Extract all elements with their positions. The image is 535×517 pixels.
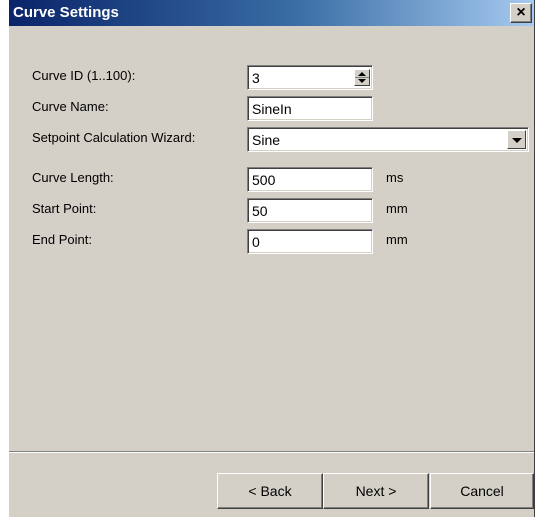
curve-length-label: Curve Length: [32, 170, 114, 185]
spin-arrows-icon[interactable] [354, 69, 370, 86]
back-button[interactable]: < Back [217, 473, 323, 509]
curve-name-value: SineIn [252, 101, 292, 117]
curve-name-label: Curve Name: [32, 99, 109, 114]
curve-settings-dialog: Curve Settings × Curve ID (1..100): 3 Cu… [8, 0, 535, 517]
start-point-value: 50 [252, 203, 268, 219]
curve-length-input[interactable]: 500 [247, 167, 373, 192]
start-point-unit: mm [386, 201, 408, 216]
dialog-title: Curve Settings [13, 4, 119, 21]
chevron-down-icon [512, 138, 522, 143]
curve-name-input[interactable]: SineIn [247, 96, 373, 121]
spin-down-icon[interactable] [358, 79, 366, 83]
curve-length-unit: ms [386, 170, 404, 185]
wizard-label: Setpoint Calculation Wizard: [32, 130, 196, 145]
curve-id-value: 3 [252, 70, 260, 86]
spin-up-icon[interactable] [358, 72, 366, 76]
cancel-button[interactable]: Cancel [430, 473, 534, 509]
start-point-label: Start Point: [32, 201, 97, 216]
title-bar: Curve Settings × [9, 0, 534, 26]
end-point-input[interactable]: 0 [247, 229, 373, 254]
curve-id-label: Curve ID (1..100): [32, 68, 136, 83]
end-point-label: End Point: [32, 232, 92, 247]
curve-length-value: 500 [252, 172, 276, 188]
start-point-input[interactable]: 50 [247, 198, 373, 223]
close-icon: × [516, 4, 526, 21]
end-point-unit: mm [386, 232, 408, 247]
close-button[interactable]: × [510, 3, 532, 23]
next-button[interactable]: Next > [323, 473, 429, 509]
footer-divider [9, 451, 534, 453]
wizard-select[interactable]: Sine [247, 127, 529, 152]
curve-id-stepper[interactable]: 3 [247, 65, 373, 90]
end-point-value: 0 [252, 234, 260, 250]
dropdown-button[interactable] [507, 130, 526, 149]
wizard-value: Sine [252, 132, 281, 148]
